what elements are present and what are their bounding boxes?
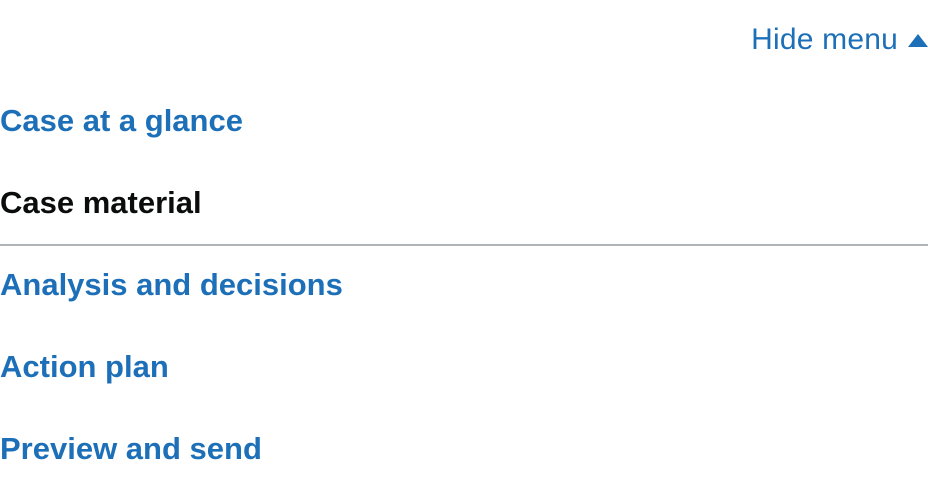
nav-item-case-material: Case material [0,182,928,223]
section-divider [0,244,928,246]
caret-up-icon [908,33,928,47]
nav-item-label: Analysis and decisions [0,266,343,302]
nav-item-label: Preview and send [0,430,262,466]
nav-item-case-at-a-glance[interactable]: Case at a glance [0,100,928,141]
hide-menu-button[interactable]: Hide menu [751,20,928,60]
nav-item-label: Case at a glance [0,102,243,138]
nav-item-label: Action plan [0,348,169,384]
nav-item-analysis-and-decisions[interactable]: Analysis and decisions [0,264,928,305]
hide-menu-label: Hide menu [751,23,898,56]
nav-item-preview-and-send[interactable]: Preview and send [0,428,928,469]
side-navigation: Hide menu Case at a glance Case material… [0,0,928,490]
nav-item-label: Case material [0,184,202,220]
nav-list: Case at a glance Case material Analysis … [0,100,928,490]
nav-item-action-plan[interactable]: Action plan [0,346,928,387]
